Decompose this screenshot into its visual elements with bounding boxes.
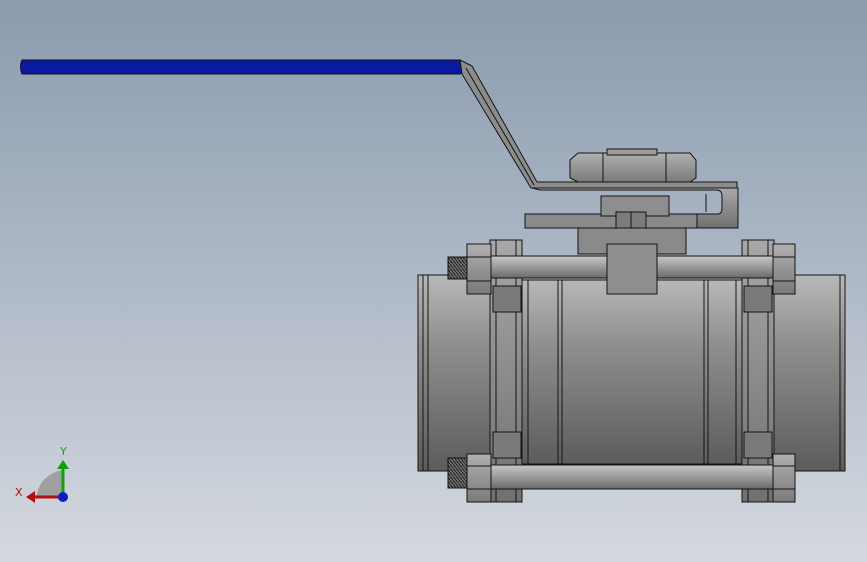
graphics-viewport[interactable]: Y X — [0, 0, 867, 562]
nut-top-left — [466, 243, 492, 295]
triad-z-origin-icon — [58, 492, 68, 502]
lever-handle-grip[interactable] — [20, 59, 467, 75]
nut-bottom-left — [466, 453, 492, 503]
stem-nut — [569, 152, 697, 183]
right-end-connector — [771, 274, 846, 472]
valve-center-body — [521, 279, 743, 465]
nut-bottom-right — [772, 453, 796, 503]
left-end-connector — [417, 274, 494, 472]
triad-x-label: X — [15, 486, 23, 499]
right-flange — [741, 239, 775, 503]
nut-top-right — [772, 243, 796, 295]
left-flange — [489, 239, 523, 503]
bottom-bolt-rod — [469, 464, 777, 490]
triad-y-label: Y — [59, 445, 67, 458]
stem-boss — [606, 243, 658, 295]
